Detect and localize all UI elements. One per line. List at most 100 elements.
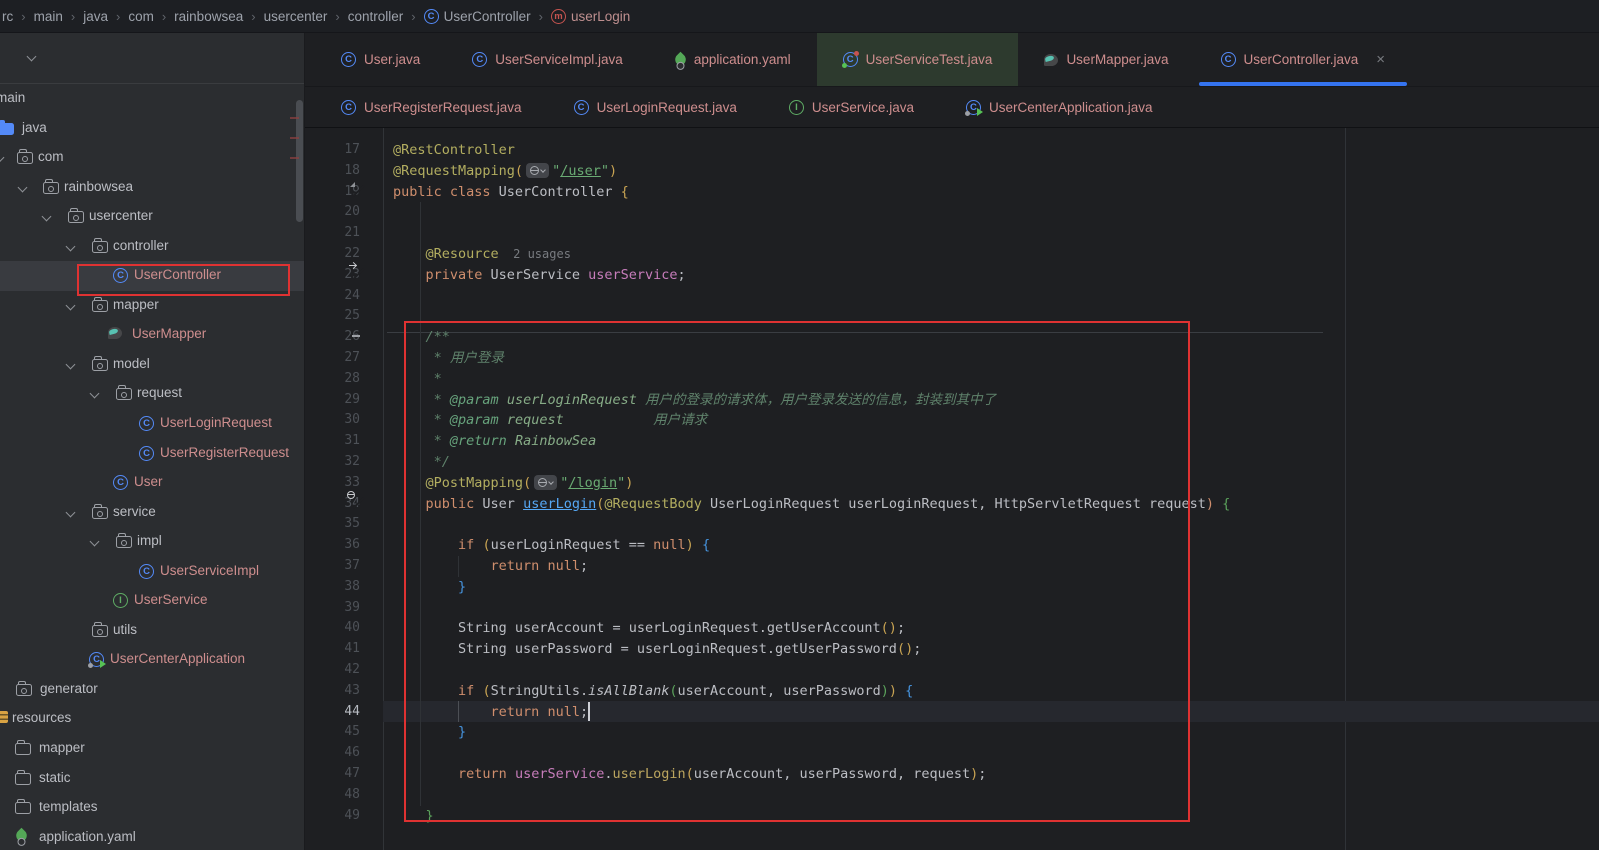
code-line[interactable]: 39 — [305, 598, 1599, 619]
tree-item-com[interactable]: com — [0, 143, 304, 173]
code-line[interactable]: 21 — [305, 223, 1599, 244]
tree-item-userservice[interactable]: IUserService — [0, 586, 304, 616]
code-line[interactable]: 24 — [305, 286, 1599, 307]
tree-item-user[interactable]: CUser — [0, 468, 304, 498]
line-number: 41 — [305, 639, 360, 660]
tab-userservice-java[interactable]: IUserService.java — [763, 87, 940, 128]
tree-item-userregisterrequest[interactable]: CUserRegisterRequest — [0, 439, 304, 469]
code-line[interactable]: 29 * @param userLoginRequest 用户的登录的请求体，用… — [305, 390, 1599, 411]
tree-item-mapper[interactable]: mapper — [0, 291, 304, 321]
tree-item-request[interactable]: request — [0, 379, 304, 409]
code-line[interactable]: 48 — [305, 785, 1599, 806]
code-line[interactable]: 40 String userAccount = userLoginRequest… — [305, 618, 1599, 639]
code-line[interactable]: 27 * 用户登录 — [305, 348, 1599, 369]
code-line[interactable]: 19public class UserController { — [305, 182, 1599, 203]
breadcrumb-item-com[interactable]: com — [128, 9, 154, 24]
code-line[interactable]: 26 /** — [305, 327, 1599, 348]
chevron-down-icon[interactable] — [0, 153, 4, 163]
code-line[interactable]: 42 — [305, 660, 1599, 681]
breadcrumb-item-java[interactable]: java — [83, 9, 108, 24]
code-line[interactable]: 30 * @param request 用户请求 — [305, 410, 1599, 431]
breadcrumb-item-rainbowsea[interactable]: rainbowsea — [174, 9, 243, 24]
tree-item-impl[interactable]: impl — [0, 527, 304, 557]
tree-item-mapper[interactable]: mapper — [0, 734, 304, 764]
tab-usermapper-java[interactable]: UserMapper.java — [1018, 33, 1194, 86]
code-line[interactable]: 36 if (userLoginRequest == null) { — [305, 535, 1599, 556]
line-number: 21 — [305, 223, 360, 244]
tree-item-usermapper[interactable]: UserMapper — [0, 320, 304, 350]
chevron-down-icon[interactable] — [27, 52, 37, 62]
code-line[interactable]: 33 @PostMapping("/login") — [305, 473, 1599, 494]
tree-item-main[interactable]: main — [0, 84, 304, 114]
tab-usercenterapplication-java[interactable]: CUserCenterApplication.java — [940, 87, 1179, 128]
chevron-down-icon[interactable] — [90, 537, 100, 547]
tree-item-generator[interactable]: generator — [0, 675, 304, 705]
chevron-down-icon[interactable] — [42, 212, 52, 222]
tree-item-usercenter[interactable]: usercenter — [0, 202, 304, 232]
chevron-down-icon[interactable] — [66, 300, 76, 310]
tree-item-model[interactable]: model — [0, 350, 304, 380]
url-inlay-hint[interactable] — [526, 163, 549, 178]
code-line[interactable]: 22 @Resource 2 usages — [305, 244, 1599, 265]
tree-item-resources[interactable]: resources — [0, 704, 304, 734]
tab-user-java[interactable]: CUser.java — [315, 33, 446, 86]
gutter-comment-icon[interactable] — [352, 330, 368, 346]
tab-application-yaml[interactable]: application.yaml — [649, 33, 817, 86]
chevron-down-icon[interactable] — [66, 507, 76, 517]
code-line[interactable]: 43 if (StringUtils.isAllBlank(userAccoun… — [305, 681, 1599, 702]
tab-userloginrequest-java[interactable]: CUserLoginRequest.java — [548, 87, 763, 128]
code-line[interactable]: 46 — [305, 743, 1599, 764]
tree-item-usercenterapplication[interactable]: CUserCenterApplication — [0, 645, 304, 675]
code-line[interactable]: 32 */ — [305, 452, 1599, 473]
code-line[interactable]: 41 String userPassword = userLoginReques… — [305, 639, 1599, 660]
code-line[interactable]: 20 — [305, 202, 1599, 223]
tree-item-controller[interactable]: controller — [0, 232, 304, 262]
code-line[interactable]: 34 public User userLogin(@RequestBody Us… — [305, 494, 1599, 515]
code-line[interactable]: 44 return null; — [305, 702, 1599, 723]
chevron-down-icon[interactable] — [18, 182, 28, 192]
code-line[interactable]: 37 return null; — [305, 556, 1599, 577]
code-line[interactable]: 35 — [305, 514, 1599, 535]
tab-userserviceimpl-java[interactable]: CUserServiceImpl.java — [446, 33, 649, 86]
gutter-autowired-icon[interactable] — [352, 268, 368, 284]
tab-usercontroller-java[interactable]: CUserController.java× — [1195, 33, 1412, 86]
code-line[interactable]: 45 } — [305, 722, 1599, 743]
code-line[interactable]: 18@RequestMapping("/user") — [305, 161, 1599, 182]
tree-item-userserviceimpl[interactable]: CUserServiceImpl — [0, 557, 304, 587]
code-line[interactable]: 38 } — [305, 577, 1599, 598]
tree-item-java[interactable]: java — [0, 114, 304, 144]
gutter-bean-icon[interactable] — [352, 185, 368, 201]
chevron-down-icon[interactable] — [90, 389, 100, 399]
chevron-down-icon[interactable] — [66, 241, 76, 251]
tree-item-static[interactable]: static — [0, 764, 304, 794]
tab-userregisterrequest-java[interactable]: CUserRegisterRequest.java — [315, 87, 548, 128]
code-line[interactable]: 28 * — [305, 369, 1599, 390]
breadcrumb-item-main[interactable]: main — [34, 9, 63, 24]
close-icon[interactable]: × — [1376, 51, 1385, 68]
code-line[interactable]: 49 } — [305, 806, 1599, 827]
tree-item-rainbowsea[interactable]: rainbowsea — [0, 173, 304, 203]
tree-item-service[interactable]: service — [0, 498, 304, 528]
url-inlay-hint[interactable] — [534, 475, 557, 490]
chevron-down-icon[interactable] — [66, 359, 76, 369]
breadcrumb-item-usercontroller[interactable]: CUserController — [424, 9, 531, 24]
code-line[interactable]: 25 — [305, 306, 1599, 327]
tab-userservicetest-java[interactable]: CUserServiceTest.java — [817, 33, 1019, 86]
tree-item-application-yaml[interactable]: application.yaml — [0, 823, 304, 850]
code-line[interactable]: 17@RestController — [305, 140, 1599, 161]
breadcrumb-item-rc[interactable]: rc — [2, 9, 13, 24]
project-panel-header[interactable] — [0, 33, 304, 84]
tree-item-usercontroller[interactable]: CUserController — [0, 261, 304, 291]
breadcrumb-item-userlogin[interactable]: muserLogin — [551, 9, 630, 24]
tree-item-templates[interactable]: templates — [0, 793, 304, 823]
code-editor[interactable]: 17@RestController18@RequestMapping("/use… — [305, 128, 1599, 850]
class-icon: C — [113, 268, 128, 283]
tree-item-userloginrequest[interactable]: CUserLoginRequest — [0, 409, 304, 439]
code-line[interactable]: 23 private UserService userService; — [305, 265, 1599, 286]
gutter-mapping-icon[interactable] — [352, 497, 368, 513]
breadcrumb-item-usercenter[interactable]: usercenter — [264, 9, 328, 24]
code-line[interactable]: 47 return userService.userLogin(userAcco… — [305, 764, 1599, 785]
code-line[interactable]: 31 * @return RainbowSea — [305, 431, 1599, 452]
tree-item-utils[interactable]: utils — [0, 616, 304, 646]
breadcrumb-item-controller[interactable]: controller — [348, 9, 404, 24]
